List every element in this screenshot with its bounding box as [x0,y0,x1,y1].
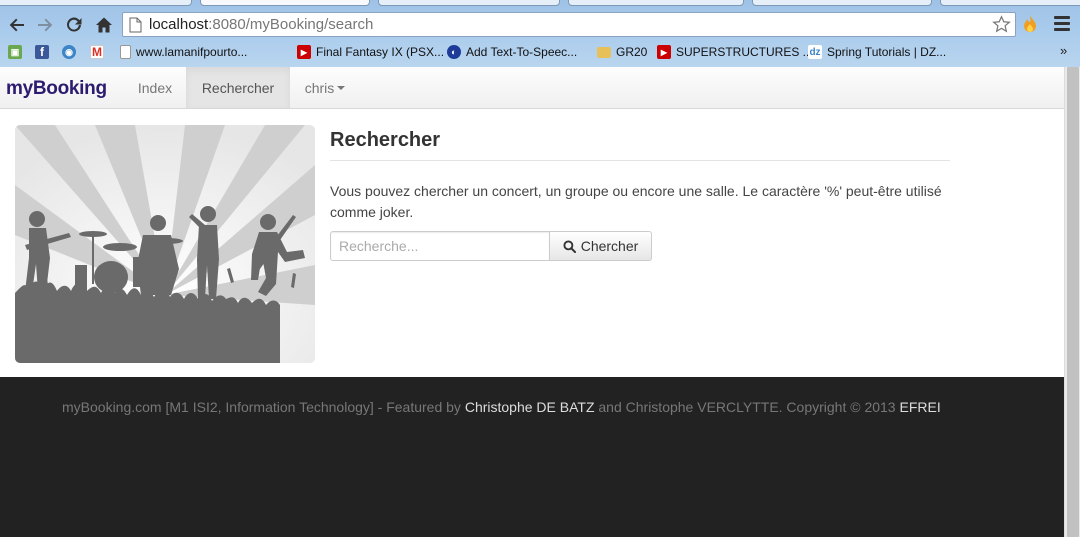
home-icon [96,17,112,33]
search-button[interactable]: Chercher [549,231,652,261]
nav-item-label: Index [137,79,173,96]
footer-author-link[interactable]: Christophe DE BATZ [465,399,595,415]
bookmark-gmail[interactable]: M [90,43,104,61]
address-bar[interactable]: localhost:8080/myBooking/search [122,12,1016,37]
gmail-icon: M [90,45,104,59]
facebook-icon: f [35,45,49,59]
home-button[interactable] [91,12,117,38]
search-input[interactable] [330,231,550,261]
page-icon [120,45,131,59]
arrow-left-icon [9,18,24,32]
app-navbar: myBooking Index Rechercher chris [0,67,1064,109]
bookmark-label: www.lamanifpourto... [136,45,248,59]
nav-item-rechercher[interactable]: Rechercher [186,67,290,108]
youtube-icon: ▶ [297,45,311,59]
forward-button[interactable] [32,12,58,38]
nav-item-label: chris [304,79,335,96]
folder-icon [597,46,611,58]
bookmark-text-to-speech[interactable]: ◐ Add Text-To-Speec... [447,43,577,61]
browser-chrome: localhost:8080/myBooking/search ▣ f ◉ M … [0,0,1080,67]
caret-down-icon [337,86,346,90]
browser-tab[interactable] [378,0,560,6]
search-icon [563,239,576,253]
footer-credits: myBooking.com [M1 ISI2, Information Tech… [62,399,941,415]
bookmark-globe[interactable]: ◉ [62,43,76,61]
star-icon[interactable] [992,15,1011,34]
arrow-right-icon [38,18,53,32]
flame-extension-icon[interactable] [1022,14,1038,34]
nav-item-label: Rechercher [201,79,275,96]
bookmark-facebook[interactable]: f [35,43,49,61]
speech-icon: ◐ [447,45,461,59]
bookmark-label: Add Text-To-Speec... [466,45,578,59]
address-url[interactable]: localhost:8080/myBooking/search [149,16,373,33]
search-description: Vous pouvez chercher un concert, un grou… [330,183,942,220]
vertical-scrollbar[interactable] [1064,67,1080,537]
brand-logo[interactable]: myBooking [6,78,107,100]
bookmark-label: Spring Tutorials | DZ... [827,45,947,59]
concert-hero-image [15,125,315,363]
bookmark-superstructures[interactable]: ▶ SUPERSTRUCTURES ... [657,43,813,61]
bookmark-lamanif[interactable]: www.lamanifpourto... [120,43,247,61]
reload-icon [67,17,82,32]
page-footer: myBooking.com [M1 ISI2, Information Tech… [0,377,1064,537]
app-cube-icon: ▣ [8,45,22,59]
back-button[interactable] [4,12,30,38]
footer-org-link[interactable]: EFREI [899,399,940,415]
browser-tab[interactable] [940,0,1080,6]
menu-icon[interactable] [1054,16,1070,32]
url-host: localhost [149,16,209,33]
page-title: Rechercher [330,129,441,151]
tab-strip [0,0,1080,7]
nav-item-index[interactable]: Index [124,67,186,108]
globe-icon: ◉ [62,45,76,59]
browser-tab[interactable] [0,0,192,6]
bookmark-final-fantasy[interactable]: ▶ Final Fantasy IX (PSX... [297,43,444,61]
bookmark-gr20[interactable]: GR20 [597,43,647,61]
browser-tab[interactable] [752,0,932,6]
url-path: :8080/myBooking/search [208,16,374,33]
bookmark-app[interactable]: ▣ [8,43,22,61]
user-menu-dropdown[interactable]: chris [290,67,360,108]
youtube-icon: ▶ [657,45,671,59]
bookmark-label: SUPERSTRUCTURES ... [676,45,813,59]
title-divider [330,160,950,161]
bookmark-label: Final Fantasy IX (PSX... [316,45,445,59]
browser-tab[interactable] [568,0,744,6]
bookmark-label: GR20 [616,45,648,59]
scrollbar-thumb[interactable] [1067,67,1079,537]
page-icon [129,17,142,33]
search-button-label: Chercher [580,238,639,254]
dzone-icon: dz [808,45,822,59]
footer-middle: and Christophe VERCLYTTE. Copyright © 20… [594,399,900,415]
reload-button[interactable] [61,12,87,38]
footer-prefix: myBooking.com [M1 ISI2, Information Tech… [62,399,465,415]
bookmarks-overflow-button[interactable]: » [1060,43,1067,58]
bookmarks-bar: ▣ f ◉ M www.lamanifpourto... ▶ Final Fan… [0,40,1080,64]
browser-tab-active[interactable] [200,0,370,6]
bookmark-spring[interactable]: dz Spring Tutorials | DZ... [808,43,946,61]
